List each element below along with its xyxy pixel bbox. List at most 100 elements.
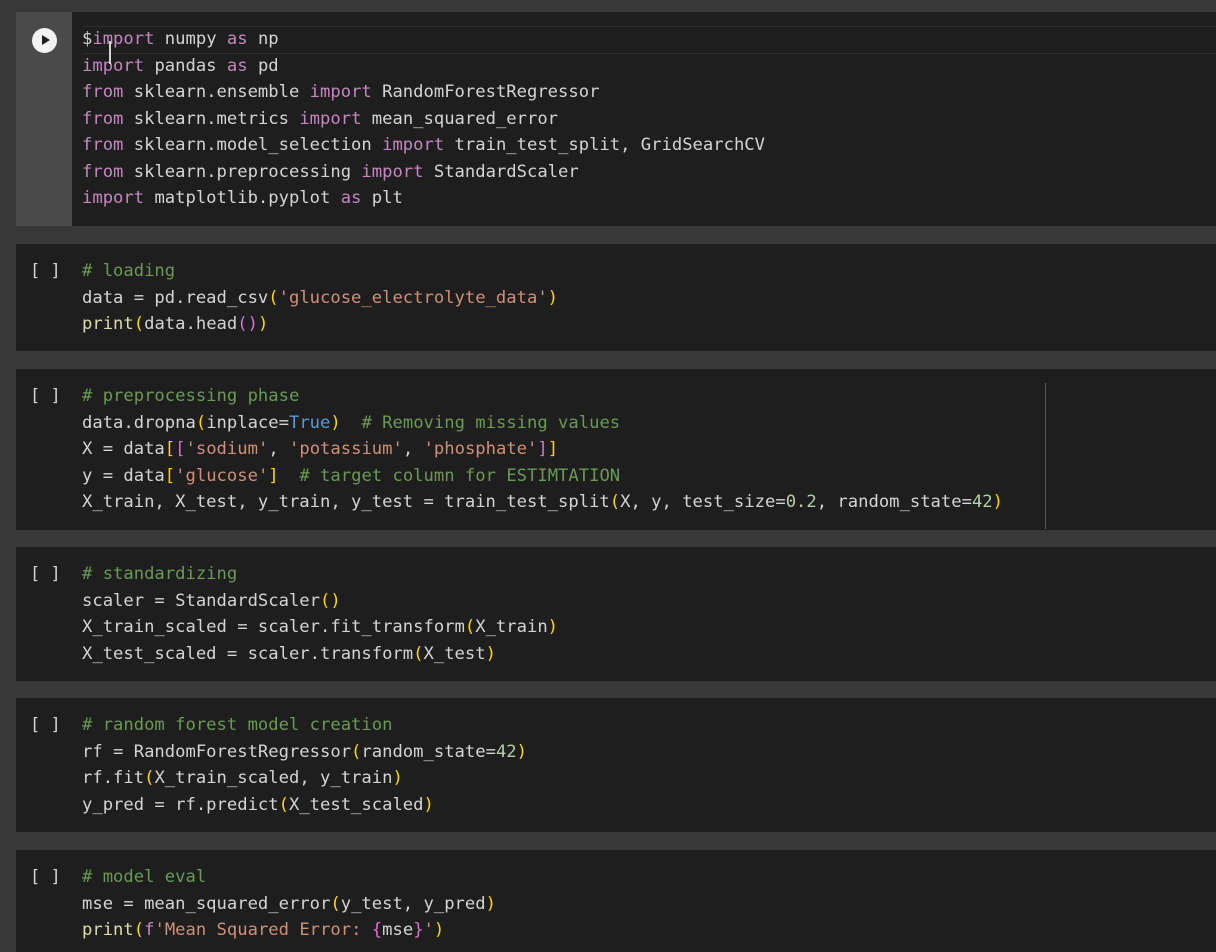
code-token: (: [268, 287, 279, 308]
code-token: random_state=: [361, 741, 496, 762]
code-token: X_train, X_test, y_train, y_test = train…: [82, 492, 610, 512]
code-line: import matplotlib.pyplot as plt: [82, 185, 1216, 212]
code-token: y = data: [82, 465, 165, 486]
code-line: data = pd.read_csv('glucose_electrolyte_…: [82, 285, 1216, 312]
code-token: X_train_scaled = scaler.fit_transform: [82, 617, 465, 637]
code-token: X_train: [475, 617, 548, 637]
code-token: $: [82, 29, 93, 49]
code-line: mse = mean_squared_error(y_test, y_pred): [82, 891, 1216, 918]
code-token: # random forest model creation: [82, 715, 393, 735]
code-token: import: [382, 135, 445, 155]
code-token: X, y, test_size=: [620, 492, 786, 512]
code-token: as: [226, 55, 248, 76]
code-token: ): [992, 492, 1004, 512]
code-token: ,: [402, 439, 424, 459]
code-token: mean_squared_error: [361, 108, 559, 129]
play-circle-icon[interactable]: [32, 28, 57, 53]
code-token: X_test_scaled: [288, 794, 424, 815]
code-token: # standardizing: [82, 564, 238, 584]
code-line: # model eval: [82, 864, 1216, 891]
code-line: y_pred = rf.predict(X_test_scaled): [82, 792, 1216, 819]
code-token: import: [299, 108, 362, 129]
execution-count: [ ]: [30, 386, 61, 406]
text-caret: [109, 41, 111, 64]
code-token: matplotlib.pyplot: [144, 188, 341, 208]
code-token: data = pd.read_csv: [82, 287, 269, 308]
code-line: print(data.head()): [82, 311, 1216, 338]
code-token: [: [175, 439, 186, 459]
code-token: rf = RandomForestRegressor: [82, 741, 352, 762]
code-token: (: [195, 412, 207, 433]
code-token: import: [92, 29, 155, 49]
code-token: # target column for ESTIMTATION: [299, 465, 621, 486]
code-token: (: [278, 794, 289, 815]
code-token: mse: [382, 920, 414, 940]
code-line: from sklearn.metrics import mean_squared…: [82, 106, 1216, 133]
code-editor[interactable]: # standardizing scaler = StandardScaler()…: [82, 561, 1216, 667]
code-editor[interactable]: # random forest model creation rf = Rando…: [82, 712, 1216, 818]
code-token: (: [144, 768, 155, 788]
code-editor[interactable]: # model eval mse = mean_squared_error(y_t…: [82, 864, 1216, 944]
code-editor[interactable]: # loading data = pd.read_csv('glucose_ele…: [82, 258, 1216, 338]
code-token: y_test, y_pred: [340, 893, 486, 914]
code-token: 42: [971, 492, 993, 512]
code-token: X_test: [423, 643, 486, 664]
code-line: X_test_scaled = scaler.transform(X_test): [82, 641, 1216, 668]
code-token: scaler = StandardScaler: [82, 590, 320, 611]
code-cell-imports[interactable]: $import numpy as np import pandas as pd fr…: [16, 12, 1216, 226]
code-token: X_test_scaled = scaler.transform: [82, 643, 414, 664]
code-cell-standardizing[interactable]: [ ] # standardizing scaler = StandardScal…: [16, 547, 1216, 681]
code-token: ): [392, 768, 403, 788]
code-cell-model-eval[interactable]: [ ] # model eval mse = mean_squared_error…: [16, 850, 1216, 952]
code-token: ]: [547, 439, 559, 459]
code-line: from sklearn.preprocessing import Standa…: [82, 159, 1216, 186]
code-token: (: [330, 893, 341, 914]
code-token: }: [413, 920, 424, 940]
code-token: print: [82, 920, 134, 940]
code-token: from: [82, 108, 124, 129]
code-token: [: [164, 439, 176, 459]
execution-count: [ ]: [30, 564, 61, 584]
code-token: sklearn.ensemble: [123, 82, 310, 102]
code-token: print: [82, 314, 134, 334]
code-token: ,: [268, 439, 290, 459]
code-cell-model-creation[interactable]: [ ] # random forest model creation rf = R…: [16, 698, 1216, 832]
code-token: (: [413, 643, 424, 664]
code-editor[interactable]: $import numpy as np import pandas as pd fr…: [82, 26, 1216, 212]
code-token: # loading: [82, 261, 176, 281]
code-token: numpy: [154, 29, 227, 49]
code-token: data.head: [144, 314, 238, 334]
code-line: import pandas as pd: [82, 53, 1216, 80]
code-token: (): [320, 590, 341, 611]
code-token: pd: [247, 55, 279, 76]
code-token: ]: [537, 439, 548, 459]
code-token: as: [340, 188, 362, 208]
code-token: ): [516, 741, 527, 762]
code-token: # Removing missing values: [361, 412, 621, 433]
code-token: sklearn.model_selection: [123, 135, 383, 155]
code-token: ): [485, 893, 496, 914]
code-token: (: [351, 741, 362, 762]
code-token: 'potassium': [289, 439, 403, 459]
code-token: StandardScaler: [423, 161, 579, 182]
code-token: (: [609, 492, 621, 512]
code-line: from sklearn.model_selection import trai…: [82, 132, 1216, 159]
code-token: sklearn.metrics: [123, 108, 300, 129]
code-token: import: [309, 82, 372, 102]
code-token: from: [82, 82, 124, 102]
code-token: plt: [361, 188, 403, 208]
code-token: True: [288, 412, 331, 433]
code-line: X_train_scaled = scaler.fit_transform(X_…: [82, 614, 1216, 641]
code-cell-preprocessing[interactable]: [ ] # preprocessing phase data.dropna(inp…: [16, 369, 1216, 530]
code-token: RandomForestRegressor: [371, 82, 600, 102]
code-token: import: [82, 55, 145, 76]
code-line: $import numpy as np: [82, 26, 1216, 53]
code-token: ': [423, 920, 434, 940]
code-line: rf.fit(X_train_scaled, y_train): [82, 765, 1216, 792]
code-cell-loading[interactable]: [ ] # loading data = pd.read_csv('glucose…: [16, 244, 1216, 351]
code-line: print(f'Mean Squared Error: {mse}'): [82, 917, 1216, 944]
code-token: (: [133, 920, 145, 940]
code-token: ): [423, 794, 434, 815]
